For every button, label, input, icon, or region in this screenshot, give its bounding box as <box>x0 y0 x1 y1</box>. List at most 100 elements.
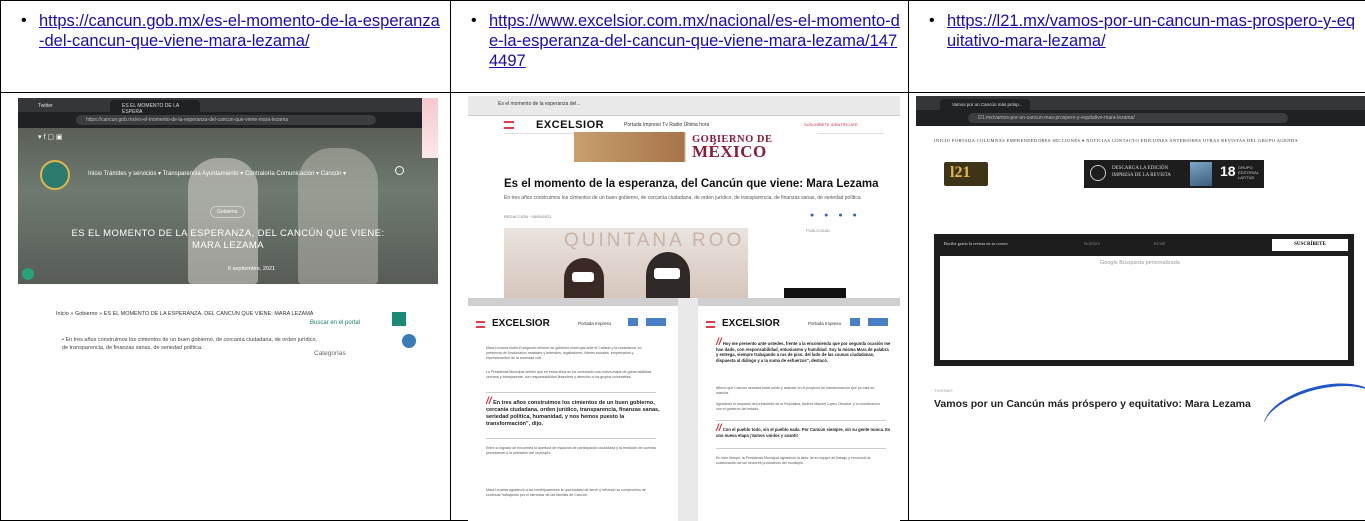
decorative-strip <box>422 98 438 158</box>
google-search-box[interactable]: Google Búsqueda personalizada <box>934 256 1354 366</box>
browser-bar <box>698 298 900 306</box>
pull-quote: // En tres años construimos los cimiento… <box>486 396 660 428</box>
categories-label: Categorías <box>314 350 346 357</box>
link-cell-3: • https://l21.mx/vamos-por-un-cancun-mas-… <box>908 0 1365 93</box>
bullet-icon: • <box>21 12 27 29</box>
pull-quote-text: En tres años construimos los cimientos d… <box>486 400 660 427</box>
link-cell-2: • https://www.excelsior.com.mx/nacional/e… <box>450 0 909 93</box>
article-paragraph: Entre lo logrado se encuentra la apertur… <box>486 446 657 455</box>
browser-tab[interactable]: Vamos por un Cancún más prósp... <box>940 99 1030 110</box>
nav-button[interactable] <box>868 318 888 326</box>
address-bar[interactable]: l21.mx/vamos-por-un-cancun-mas-prospero-… <box>968 113 1288 123</box>
divider <box>486 438 656 439</box>
browser-tab[interactable]: ES EL MOMENTO DE LA ESPERA <box>110 100 200 115</box>
nav-button[interactable] <box>646 318 666 326</box>
cancun-logo <box>40 160 70 190</box>
mask-shape <box>654 268 680 279</box>
article-paragraph: En este tiempo, la Presidenta Municipal … <box>716 456 871 465</box>
divider <box>716 448 886 449</box>
pull-quote: // Con el pueblo todo, sin el pueblo nad… <box>716 423 891 438</box>
share-icon[interactable] <box>402 334 416 348</box>
breadcrumb-current: ES EL MOMENTO DE LA ESPERANZA, DEL CANCÚ… <box>103 311 314 317</box>
hero-figure <box>298 148 378 284</box>
search-button[interactable] <box>392 312 406 326</box>
banner-line: MÉXICO <box>692 142 767 161</box>
article-paragraph: Afirmó que Cancún necesita estar unido y… <box>716 386 875 395</box>
newsletter-label: Recibe gratis la revista en tu correo <box>944 241 1008 246</box>
cancun-link-text[interactable]: https://cancun.gob.mx/es-el-momento-de-l… <box>39 12 440 50</box>
article-body: • En tres años construimos los cimientos… <box>62 337 318 351</box>
menu-icon[interactable] <box>504 121 514 129</box>
article-paragraph: Mara Lezama agradeció a los benitojuaren… <box>486 488 646 497</box>
name-field[interactable]: Nombre <box>1084 241 1100 246</box>
search-icon[interactable] <box>395 166 404 175</box>
l21-link-text[interactable]: https://l21.mx/vamos-por-un-cancun-mas-p… <box>947 12 1355 50</box>
cancun-screenshot: Twitter ES EL MOMENTO DE LA ESPERA https… <box>18 98 438 376</box>
hero-banner: ▾ f ▢ ▣ Inicio Trámites y servicios ▾ Tr… <box>18 128 438 284</box>
browser-chrome: Vamos por un Cancún más prósp... l21.mx/… <box>916 96 1365 126</box>
bullet-icon: • <box>471 12 477 29</box>
divider <box>716 420 886 421</box>
menu-icon[interactable] <box>476 321 485 328</box>
site-nav[interactable]: Portada Impreso Tv Radio Última hora <box>624 122 709 128</box>
browser-tab[interactable]: Es el momento de la esperanza del... <box>498 101 581 107</box>
excelsior-screenshot-top: Es el momento de la esperanza del... EXC… <box>468 96 900 298</box>
download-icon <box>1090 165 1106 181</box>
magazine-cover <box>1190 162 1212 186</box>
excelsior-link-text[interactable]: https://www.excelsior.com.mx/nacional/es… <box>489 12 900 70</box>
pull-quote: // Hoy me presento ante ustedes, frente … <box>716 337 891 363</box>
ad-label: PUBLICIDAD <box>806 228 831 233</box>
topic-label[interactable]: TURISMO <box>934 388 952 393</box>
article-byline: REDACCIÓN · 06/09/2021 <box>504 214 552 219</box>
excelsior-logo[interactable]: EXCELSIOR <box>492 318 550 329</box>
share-icons[interactable]: ● ● ● ● <box>810 212 861 219</box>
article-date: 6 septiembre, 2021 <box>228 266 276 272</box>
edition-line: DESCARGA LA EDICIÓN <box>1112 166 1169 171</box>
gobierno-de-mexico-logo: GOBIERNO DE MÉXICO <box>692 134 772 161</box>
l21-link[interactable]: • https://l21.mx/vamos-por-un-cancun-mas-… <box>929 11 1357 51</box>
excelsior-screenshot-bottom: EXCELSIOR Portada Impreso Mara Lezama ri… <box>468 298 900 521</box>
article-paragraph: La Presidenta Municipal señaló que en es… <box>486 370 653 379</box>
excelsior-link[interactable]: • https://www.excelsior.com.mx/nacional/e… <box>471 11 900 71</box>
site-nav[interactable]: INICIO PORTADA COLUMNAS EMPRENDEDORES SE… <box>934 138 1364 144</box>
edition-text: DESCARGA LA EDICIÓN IMPRESA DE LA REVISTA <box>1112 165 1171 179</box>
anniversary-number: 18 <box>1220 163 1236 179</box>
edition-banner[interactable]: DESCARGA LA EDICIÓN IMPRESA DE LA REVISTA… <box>1084 160 1264 188</box>
pull-quote-text: Con el pueblo todo, sin el pueblo nada. … <box>716 427 891 438</box>
social-icons: ▾ f ▢ ▣ <box>38 134 63 141</box>
article-lead: En tres años construimos los cimientos d… <box>504 195 861 201</box>
edition-line: IMPRESA DE LA REVISTA <box>1112 173 1171 178</box>
mask-shape <box>572 272 594 282</box>
breadcrumb-prefix[interactable]: Inicio » Gobierno » <box>56 311 104 317</box>
nav-button[interactable] <box>628 318 638 326</box>
address-bar[interactable]: https://cancun.gob.mx/es-el-momento-de-l… <box>76 115 376 125</box>
tab-bar: Vamos por un Cancún más prósp... <box>916 96 1365 110</box>
google-search-label: Google Búsqueda personalizada <box>1100 260 1180 266</box>
subscribe-button[interactable]: SUSCRÍBETE <box>1272 239 1348 251</box>
pull-quote-text: Hoy me presento ante ustedes, frente a l… <box>716 341 891 363</box>
tab-bar: Twitter ES EL MOMENTO DE LA ESPERA <box>18 98 438 115</box>
nav-button[interactable] <box>850 318 860 326</box>
link-cell-1: • https://cancun.gob.mx/es-el-momento-de-… <box>0 0 451 93</box>
site-nav[interactable]: Portada Impreso <box>578 321 611 326</box>
accessibility-icon[interactable] <box>22 268 34 280</box>
cancun-link[interactable]: • https://cancun.gob.mx/es-el-momento-de-… <box>21 11 442 51</box>
article-photo: QUINTANA ROO 20 <box>504 228 748 298</box>
excelsior-logo[interactable]: EXCELSIOR <box>536 119 604 131</box>
excelsior-logo[interactable]: EXCELSIOR <box>722 318 780 329</box>
article-paragraph: Mara Lezama rindió el segundo informe de… <box>486 346 642 360</box>
article-body-text: En tres años construimos los cimientos d… <box>62 337 318 351</box>
account-links[interactable]: SUSCRÍBETE IDENTÍFICATE <box>804 122 858 127</box>
article-page-right: EXCELSIOR Portada Impreso // Hoy me pres… <box>698 298 900 521</box>
site-nav[interactable]: Portada Impreso <box>808 321 841 326</box>
browser-tab-twitter[interactable]: Twitter <box>26 100 116 112</box>
l21-logo[interactable]: l21 <box>944 162 988 186</box>
divider <box>486 392 656 393</box>
newsletter-bar: Recibe gratis la revista en tu correo No… <box>934 234 1354 256</box>
bullet-icon: • <box>929 12 935 29</box>
menu-icon[interactable] <box>706 321 715 328</box>
article-title: ES EL MOMENTO DE LA ESPERANZA, DEL CANCÚ… <box>71 228 385 251</box>
category-badge[interactable]: Gobierno <box>210 206 245 218</box>
site-nav[interactable]: Inicio Trámites y servicios ▾ Transparen… <box>88 170 346 177</box>
email-field[interactable]: Email <box>1154 241 1165 246</box>
